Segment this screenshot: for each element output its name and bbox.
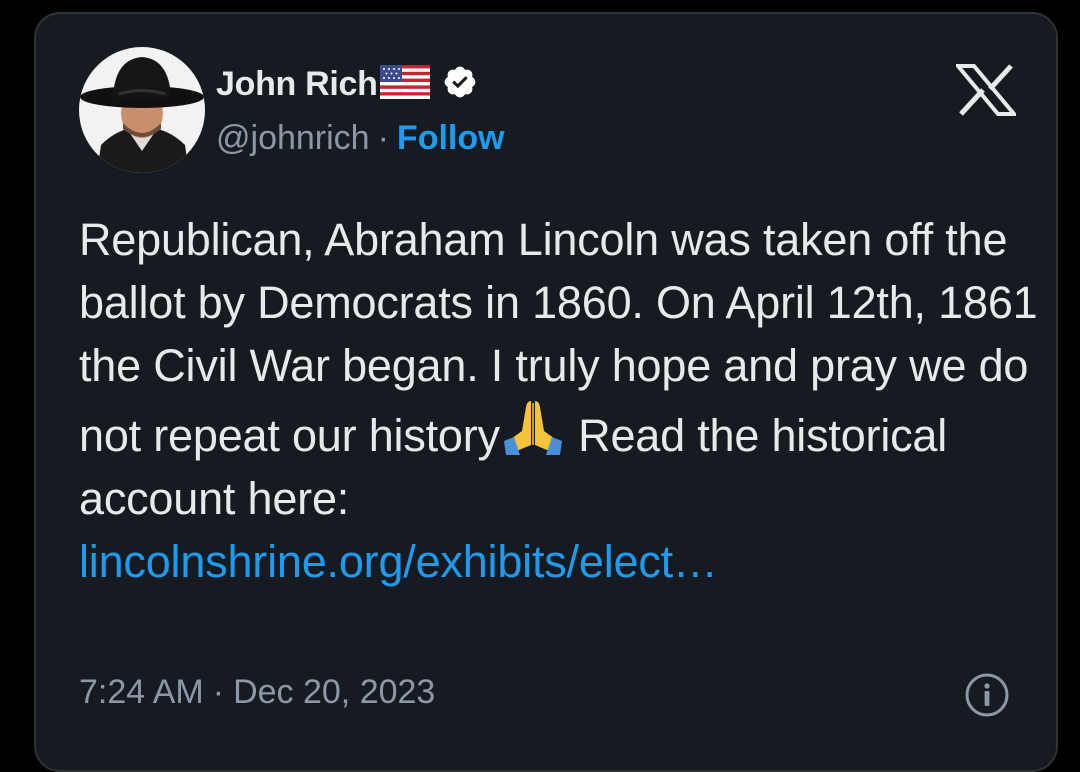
verified-badge-icon xyxy=(442,64,478,105)
author-handle[interactable]: @johnrich xyxy=(216,119,370,158)
folded-hands-emoji-icon xyxy=(500,397,566,457)
info-icon[interactable] xyxy=(964,672,1010,718)
follow-button[interactable]: Follow xyxy=(397,119,505,158)
tweet-meta: 7:24 AM · Dec 20, 2023 xyxy=(79,670,435,714)
tweet-date[interactable]: Dec 20, 2023 xyxy=(233,673,435,712)
meta-separator: · xyxy=(212,672,225,711)
avatar[interactable] xyxy=(79,47,205,173)
x-logo-icon[interactable] xyxy=(953,64,1019,116)
author-name[interactable]: John Rich xyxy=(216,65,378,104)
tweet-text: Republican, Abraham Lincoln was taken of… xyxy=(79,208,1039,593)
tweet-link[interactable]: lincolnshrine.org/exhibits/elect… xyxy=(79,536,718,587)
handle-separator: · xyxy=(377,118,389,157)
us-flag-icon xyxy=(379,64,430,104)
handle-row: @johnrich · Follow xyxy=(216,116,505,160)
tweet-time[interactable]: 7:24 AM xyxy=(79,673,204,712)
author-name-row: John Rich xyxy=(216,62,478,106)
tweet-card[interactable]: John Rich @johnrich · Follow Republican,… xyxy=(34,12,1058,772)
